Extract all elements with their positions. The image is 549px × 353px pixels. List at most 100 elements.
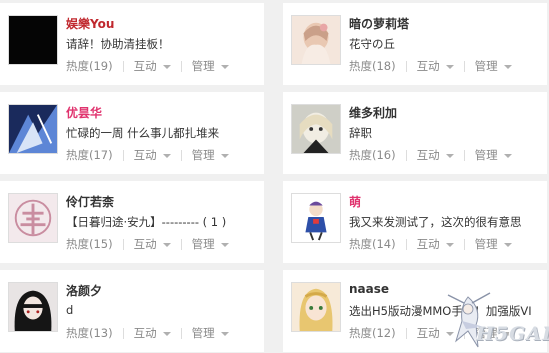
member-card: 萌 我又来发测试了，这次的很有意思 热度(14) 互动 管理 bbox=[283, 181, 547, 263]
member-name[interactable]: 优昙华 bbox=[66, 104, 102, 121]
member-status-text: 辞职 bbox=[349, 126, 372, 140]
interact-label: 互动 bbox=[416, 59, 440, 73]
chevron-down-icon bbox=[503, 64, 512, 69]
manage-dropdown[interactable]: 管理 bbox=[192, 325, 229, 341]
interact-dropdown[interactable]: 互动 bbox=[417, 147, 454, 163]
card-actions: 热度(13) 互动 管理 bbox=[66, 325, 229, 341]
manage-dropdown[interactable]: 管理 bbox=[475, 58, 512, 74]
manage-label: 管理 bbox=[191, 59, 215, 73]
member-name[interactable]: 维多利加 bbox=[349, 104, 397, 121]
avatar[interactable] bbox=[8, 282, 58, 332]
watermark-text: H5GAL bbox=[476, 323, 549, 345]
manage-dropdown[interactable]: 管理 bbox=[192, 58, 229, 74]
interact-label: 互动 bbox=[133, 59, 157, 73]
member-status-text: 【日暮归途·安九】--------- ( 1 ) bbox=[66, 215, 227, 229]
member-name[interactable]: 萌 bbox=[349, 193, 361, 210]
manage-label: 管理 bbox=[474, 148, 498, 162]
chevron-down-icon bbox=[162, 153, 171, 158]
member-card: 暗の萝莉塔 花守の丘 热度(18) 互动 管理 bbox=[283, 3, 547, 85]
interact-dropdown[interactable]: 互动 bbox=[417, 58, 454, 74]
chevron-down-icon bbox=[220, 242, 229, 247]
heat-count: 热度(13) bbox=[66, 326, 113, 340]
card-actions: 热度(17) 互动 管理 bbox=[66, 147, 229, 163]
chevron-down-icon bbox=[162, 242, 171, 247]
manage-dropdown[interactable]: 管理 bbox=[475, 236, 512, 252]
manage-dropdown[interactable]: 管理 bbox=[192, 147, 229, 163]
member-name[interactable]: 洛颜夕 bbox=[66, 282, 102, 299]
member-status-text: 忙碌的一周 什么事儿都扎堆来 bbox=[66, 126, 220, 140]
avatar[interactable] bbox=[8, 193, 58, 243]
manage-label: 管理 bbox=[474, 59, 498, 73]
member-card: 维多利加 辞职 热度(16) 互动 管理 bbox=[283, 92, 547, 174]
avatar[interactable] bbox=[8, 15, 58, 65]
divider bbox=[463, 60, 465, 72]
chevron-down-icon bbox=[445, 64, 454, 69]
avatar[interactable] bbox=[8, 104, 58, 154]
heat-count: 热度(15) bbox=[66, 237, 113, 251]
heat-count: 热度(16) bbox=[349, 148, 396, 162]
member-name[interactable]: naase bbox=[349, 282, 389, 296]
heat-count: 热度(19) bbox=[66, 59, 113, 73]
interact-label: 互动 bbox=[133, 326, 157, 340]
avatar[interactable] bbox=[291, 282, 341, 332]
chevron-down-icon bbox=[220, 153, 229, 158]
manage-label: 管理 bbox=[191, 148, 215, 162]
chevron-down-icon bbox=[162, 331, 171, 336]
interact-dropdown[interactable]: 互动 bbox=[417, 236, 454, 252]
chevron-down-icon bbox=[503, 153, 512, 158]
interact-dropdown[interactable]: 互动 bbox=[134, 325, 171, 341]
divider bbox=[180, 60, 182, 72]
divider bbox=[405, 238, 407, 250]
chevron-down-icon bbox=[503, 242, 512, 247]
avatar[interactable] bbox=[291, 104, 341, 154]
member-name[interactable]: 伶仃若柰 bbox=[66, 193, 114, 210]
site-watermark: H5GAL bbox=[438, 291, 549, 351]
member-name[interactable]: 娱樂You bbox=[66, 15, 114, 32]
manage-dropdown[interactable]: 管理 bbox=[192, 236, 229, 252]
chevron-down-icon bbox=[445, 153, 454, 158]
divider bbox=[405, 149, 407, 161]
avatar[interactable] bbox=[291, 193, 341, 243]
divider bbox=[122, 327, 124, 339]
member-status-text: d bbox=[66, 303, 74, 317]
card-actions: 热度(15) 互动 管理 bbox=[66, 236, 229, 252]
interact-label: 互动 bbox=[133, 148, 157, 162]
manage-label: 管理 bbox=[191, 237, 215, 251]
divider bbox=[180, 149, 182, 161]
divider bbox=[405, 327, 407, 339]
interact-label: 互动 bbox=[416, 237, 440, 251]
interact-label: 互动 bbox=[416, 148, 440, 162]
divider bbox=[122, 149, 124, 161]
chevron-down-icon bbox=[162, 64, 171, 69]
member-card: 娱樂You 请辞！协助清挂板！ 热度(19) 互动 管理 bbox=[0, 3, 264, 85]
member-card: 优昙华 忙碌的一周 什么事儿都扎堆来 热度(17) 互动 管理 bbox=[0, 92, 264, 174]
divider bbox=[405, 60, 407, 72]
manage-label: 管理 bbox=[191, 326, 215, 340]
card-actions: 热度(19) 互动 管理 bbox=[66, 58, 229, 74]
chevron-down-icon bbox=[220, 331, 229, 336]
heat-count: 热度(18) bbox=[349, 59, 396, 73]
card-actions: 热度(14) 互动 管理 bbox=[349, 236, 512, 252]
interact-dropdown[interactable]: 互动 bbox=[134, 58, 171, 74]
interact-label: 互动 bbox=[133, 237, 157, 251]
divider bbox=[463, 149, 465, 161]
card-actions: 热度(18) 互动 管理 bbox=[349, 58, 512, 74]
member-status-text: 请辞！协助清挂板！ bbox=[66, 37, 170, 51]
interact-dropdown[interactable]: 互动 bbox=[134, 236, 171, 252]
manage-label: 管理 bbox=[474, 237, 498, 251]
guild-member-grid: 娱樂You 请辞！协助清挂板！ 热度(19) 互动 管理 暗の萝莉塔 花守の丘 … bbox=[0, 0, 549, 353]
interact-dropdown[interactable]: 互动 bbox=[134, 147, 171, 163]
chevron-down-icon bbox=[445, 242, 454, 247]
heat-count: 热度(14) bbox=[349, 237, 396, 251]
member-status-text: 花守の丘 bbox=[349, 37, 395, 51]
card-actions: 热度(16) 互动 管理 bbox=[349, 147, 512, 163]
manage-dropdown[interactable]: 管理 bbox=[475, 147, 512, 163]
member-card: 洛颜夕 d 热度(13) 互动 管理 bbox=[0, 270, 264, 352]
member-name[interactable]: 暗の萝莉塔 bbox=[349, 15, 409, 32]
avatar[interactable] bbox=[291, 15, 341, 65]
divider bbox=[463, 238, 465, 250]
member-card: 伶仃若柰 【日暮归途·安九】--------- ( 1 ) 热度(15) 互动 … bbox=[0, 181, 264, 263]
member-status-text: 我又来发测试了，这次的很有意思 bbox=[349, 215, 522, 229]
heat-count: 热度(12) bbox=[349, 326, 396, 340]
divider bbox=[122, 60, 124, 72]
